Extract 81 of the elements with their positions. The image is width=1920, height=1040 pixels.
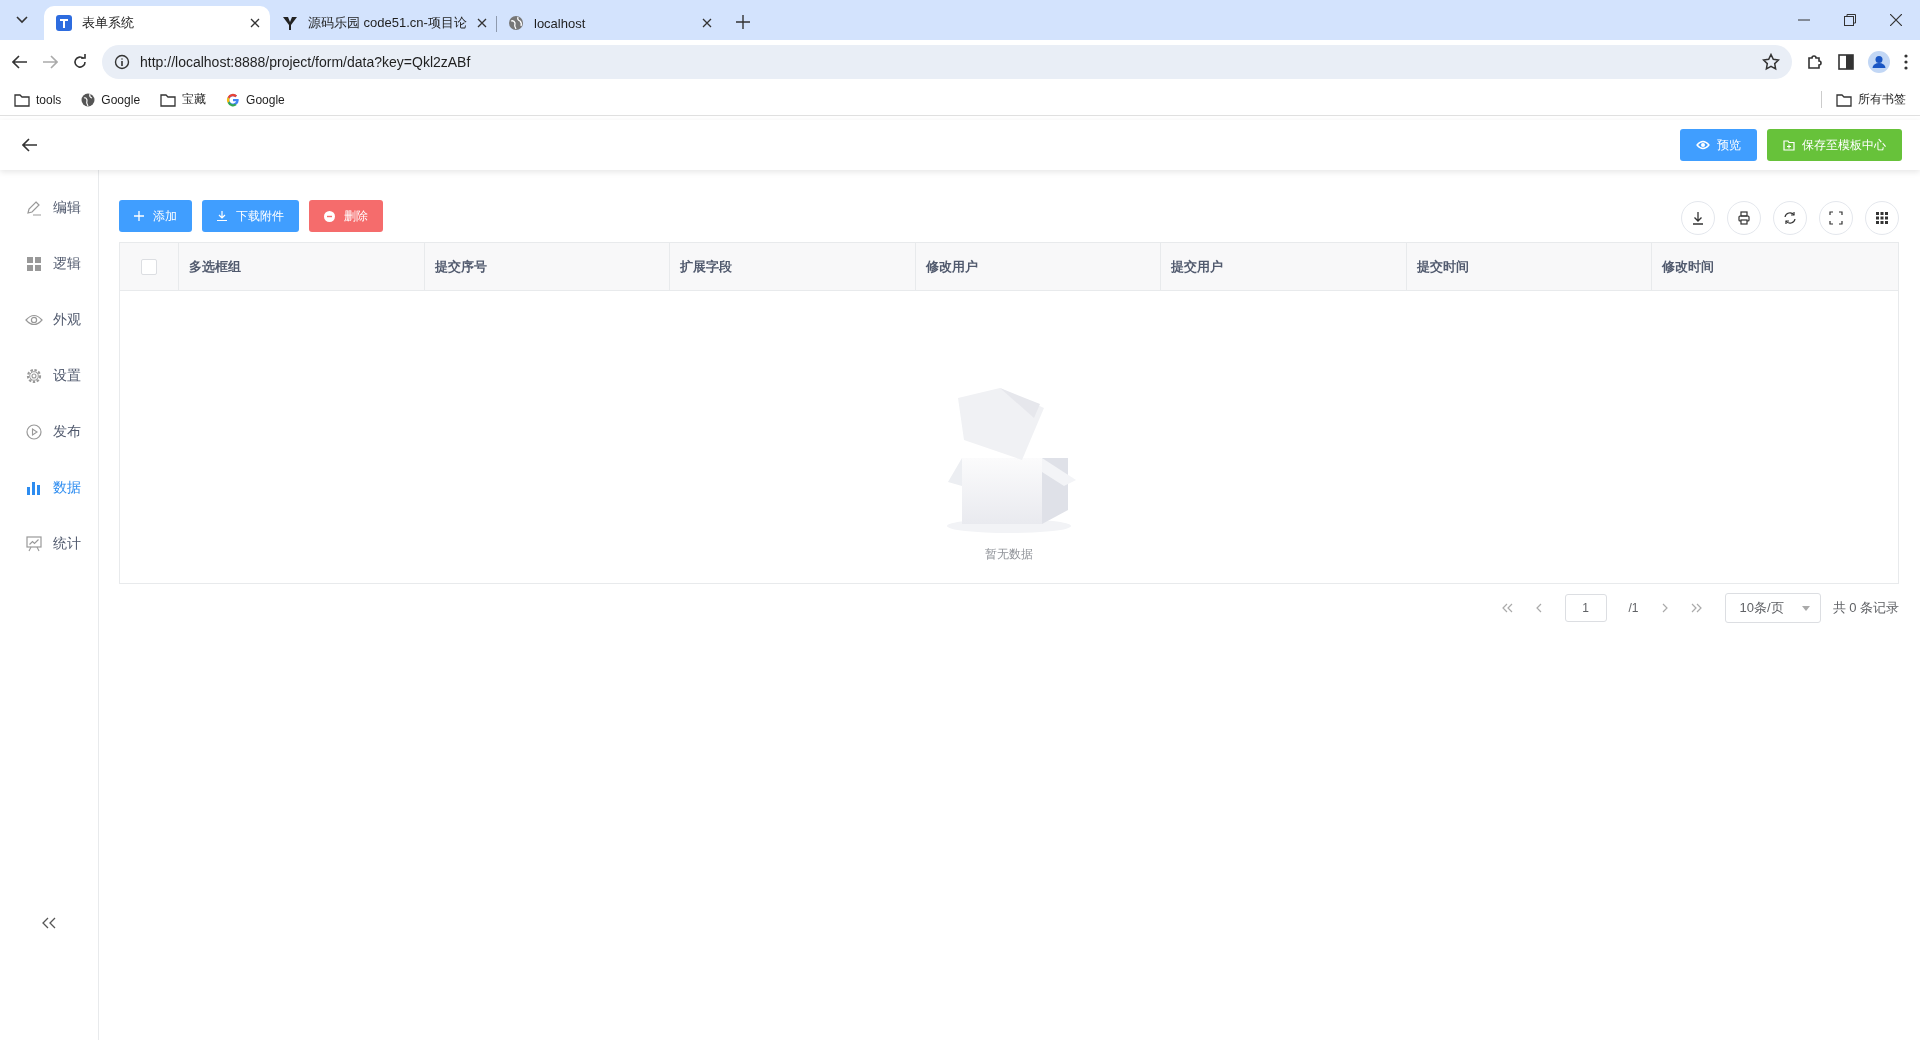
pencil-icon bbox=[26, 200, 42, 216]
column-header: 提交序号 bbox=[424, 243, 671, 290]
close-icon bbox=[702, 18, 712, 28]
eye-icon bbox=[1696, 140, 1710, 150]
grid-icon bbox=[1874, 210, 1890, 226]
grid-icon bbox=[27, 257, 41, 271]
sidebar-item[interactable]: 编辑 bbox=[0, 180, 98, 236]
previous-page-icon bbox=[1534, 603, 1543, 613]
all-bookmarks[interactable]: 所有书签 bbox=[1821, 91, 1906, 108]
empty-state-text: 暂无数据 bbox=[985, 546, 1033, 563]
folder-icon bbox=[160, 92, 177, 107]
collapse-icon bbox=[42, 917, 56, 929]
download-icon bbox=[1690, 210, 1706, 226]
total-pages: /1 bbox=[1628, 601, 1639, 615]
presentation-chart-icon bbox=[26, 536, 42, 552]
site-favicon-icon bbox=[282, 15, 298, 31]
sidebar-item[interactable]: 逻辑 bbox=[0, 236, 98, 292]
page-input[interactable]: 1 bbox=[1564, 594, 1607, 622]
fullscreen-icon bbox=[1828, 210, 1844, 226]
puzzle-icon bbox=[1806, 53, 1824, 71]
sidebar-item[interactable]: 发布 bbox=[0, 404, 98, 460]
close-icon bbox=[250, 18, 260, 28]
download-icon bbox=[217, 211, 227, 221]
address-bar[interactable]: http://localhost:8888/project/form/data?key=Qkl2zABf bbox=[102, 45, 1792, 79]
sidebar-item[interactable]: 统计 bbox=[0, 516, 98, 572]
gear-icon bbox=[26, 368, 42, 384]
browser-tab[interactable]: 表单系统 bbox=[44, 6, 270, 40]
browser-tab[interactable]: localhost bbox=[496, 6, 722, 40]
bookmark[interactable]: Google bbox=[226, 92, 285, 107]
star-icon bbox=[1762, 53, 1780, 71]
url-text: http://localhost:8888/project/form/data?key=Qkl2zABf bbox=[140, 54, 472, 70]
folder-icon bbox=[14, 92, 30, 107]
eye-icon bbox=[25, 314, 43, 326]
column-header: 扩展字段 bbox=[670, 243, 916, 290]
restore-icon bbox=[1844, 14, 1856, 26]
bar-chart-icon bbox=[27, 481, 41, 495]
info-icon bbox=[114, 54, 130, 70]
back-arrow-icon bbox=[22, 138, 38, 152]
tab-title: localhost bbox=[534, 15, 587, 31]
play-circle-icon bbox=[26, 424, 42, 440]
google-logo-icon bbox=[226, 92, 241, 107]
reload-icon bbox=[72, 54, 88, 70]
app-favicon-icon bbox=[56, 15, 72, 31]
column-header: 提交用户 bbox=[1161, 243, 1407, 290]
sidebar-item[interactable]: 数据 bbox=[0, 460, 98, 516]
more-menu-icon bbox=[1904, 54, 1908, 70]
last-page-icon bbox=[1690, 603, 1703, 613]
side-panel-icon bbox=[1838, 54, 1854, 70]
back-arrow-icon bbox=[12, 55, 28, 69]
bookmark[interactable]: 宝藏 bbox=[160, 91, 207, 108]
column-header: 多选框组 bbox=[179, 243, 425, 290]
forward-arrow-icon bbox=[42, 55, 58, 69]
bookmark[interactable]: tools bbox=[14, 92, 62, 107]
plus-icon bbox=[134, 211, 144, 221]
next-page-icon bbox=[1660, 603, 1669, 613]
folder-plus-icon bbox=[1783, 139, 1795, 151]
select-all-checkbox[interactable] bbox=[141, 258, 157, 275]
column-header: 修改时间 bbox=[1660, 257, 1716, 276]
new-tab-icon bbox=[736, 15, 750, 29]
tab-title: 表单系统 bbox=[82, 14, 135, 32]
printer-icon bbox=[1736, 210, 1752, 226]
profile-avatar-icon bbox=[1868, 51, 1890, 73]
sidebar-item[interactable]: 外观 bbox=[0, 292, 98, 348]
tab-title: 源码乐园 code51.cn-项目论 bbox=[308, 14, 467, 32]
bookmark[interactable]: Google bbox=[81, 92, 141, 107]
column-header: 修改用户 bbox=[915, 243, 1162, 290]
first-page-icon bbox=[1500, 603, 1513, 613]
globe-icon bbox=[508, 15, 524, 31]
caret-icon bbox=[1801, 605, 1810, 611]
refresh-icon bbox=[1782, 210, 1798, 226]
chevron-down-icon bbox=[16, 16, 28, 24]
close-icon bbox=[1890, 14, 1902, 26]
minus-circle-icon bbox=[324, 210, 335, 222]
browser-tab[interactable]: 源码乐园 code51.cn-项目论 bbox=[270, 6, 496, 40]
sidebar-item[interactable]: 设置 bbox=[0, 348, 98, 404]
total-records: 共 0 条记录 bbox=[1832, 599, 1899, 617]
column-header: 提交时间 bbox=[1406, 243, 1653, 290]
folder-icon bbox=[1836, 92, 1852, 107]
page-size-select[interactable]: 10条/页 bbox=[1724, 593, 1821, 623]
globe-icon bbox=[81, 92, 96, 107]
close-icon bbox=[476, 18, 487, 28]
